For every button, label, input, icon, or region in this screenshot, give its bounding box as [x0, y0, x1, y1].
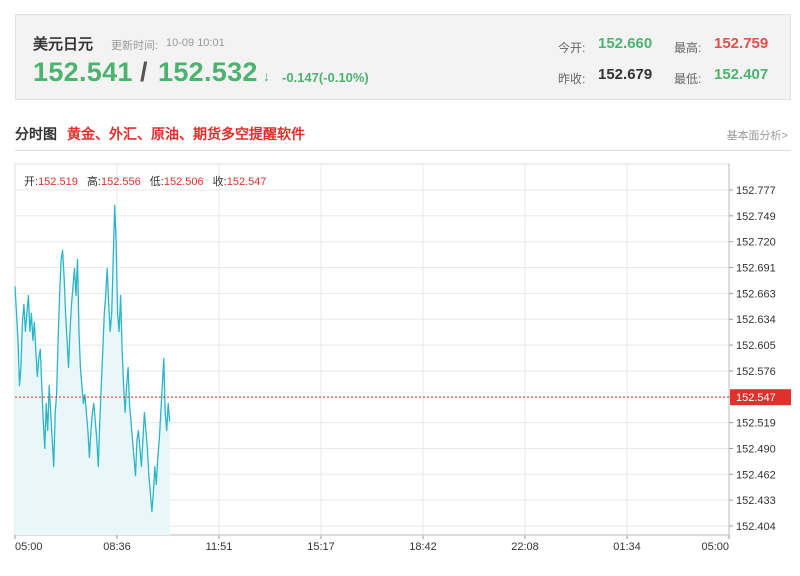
intraday-chart[interactable]: 152.777 152.749 152.720 152.691 152.663 152.6… [0, 0, 800, 576]
current-price-label: 152.547 [736, 392, 776, 404]
y-tick-label: 152.634 [736, 314, 776, 326]
x-tick-label: 11:51 [206, 541, 233, 553]
y-tick-label: 152.749 [736, 211, 776, 223]
y-tick-label: 152.462 [736, 469, 776, 481]
y-tick-label: 152.433 [736, 495, 776, 507]
ohlc-bar: 开:152.519 高:152.556 低:152.506 收:152.547 [24, 173, 273, 189]
ohlc-high: 152.556 [100, 176, 141, 188]
x-tick-label: 15:17 [307, 541, 335, 553]
x-tick-label: 05:00 [701, 541, 729, 553]
ohlc-low-label: 低: [149, 176, 164, 188]
y-tick-label: 152.404 [736, 521, 776, 533]
ohlc-open: 152.519 [38, 176, 78, 188]
x-tick-label: 22:08 [511, 541, 539, 553]
ohlc-low: 152.506 [163, 176, 204, 188]
x-tick-label: 01:34 [613, 541, 641, 553]
ohlc-close-label: 收: [212, 176, 227, 188]
y-tick-label: 152.576 [736, 366, 776, 378]
x-tick-label: 08:36 [103, 541, 131, 553]
ohlc-close: 152.547 [226, 176, 267, 188]
y-tick-label: 152.720 [736, 237, 776, 249]
x-tick-label: 18:42 [409, 541, 437, 553]
y-tick-label: 152.490 [736, 443, 776, 455]
y-tick-label: 152.605 [736, 340, 776, 352]
y-tick-label: 152.691 [736, 263, 776, 275]
y-tick-label: 152.519 [736, 418, 776, 430]
ohlc-open-label: 开: [24, 176, 39, 188]
x-tick-label: 05:00 [15, 541, 43, 553]
y-tick-label: 152.663 [736, 288, 776, 300]
y-tick-label: 152.777 [736, 185, 776, 197]
ohlc-high-label: 高: [86, 176, 101, 188]
